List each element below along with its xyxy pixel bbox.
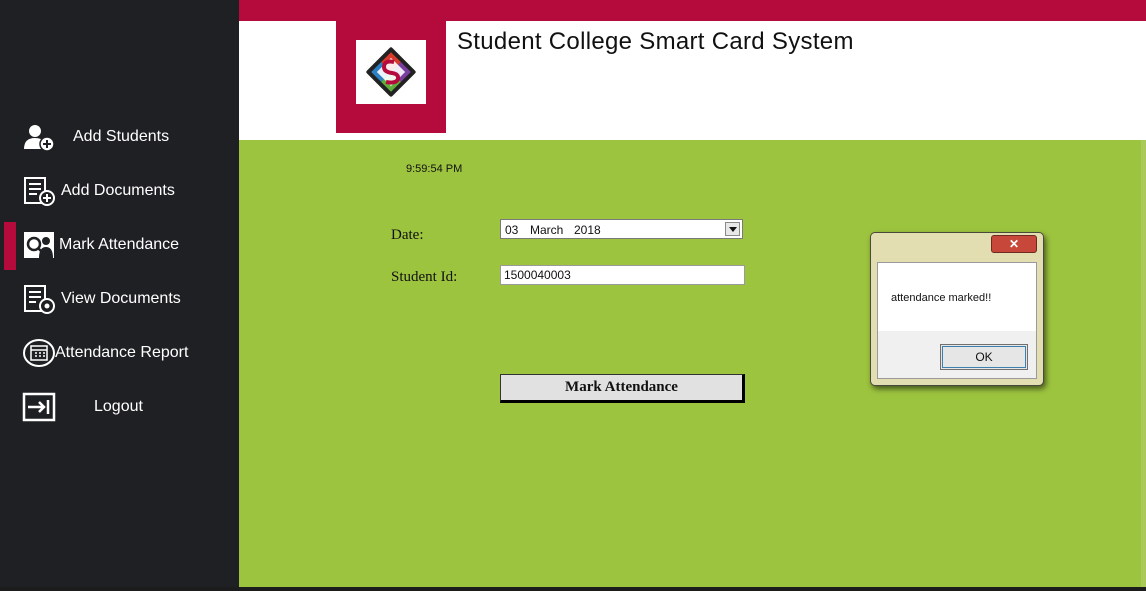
- message-dialog: ✕ attendance marked!! OK: [870, 232, 1044, 386]
- sidebar-item-label: Mark Attendance: [59, 236, 180, 253]
- sidebar-item-label: View Documents: [61, 290, 181, 307]
- attendance-icon: [24, 232, 54, 258]
- sidebar-item-mark-attendance[interactable]: Mark Attendance: [0, 222, 239, 270]
- sidebar-item-label: Attendance Report: [55, 344, 189, 361]
- view-document-icon: [24, 285, 55, 314]
- active-indicator: [4, 222, 16, 270]
- sidebar: Add Students Add Documents Mark Attendan…: [0, 0, 239, 587]
- date-picker[interactable]: 03 March 2018: [500, 219, 743, 239]
- add-user-icon: [24, 125, 55, 152]
- calendar-icon: [23, 339, 55, 367]
- clock-label: 9:59:54 PM: [406, 163, 463, 175]
- sidebar-item-add-students[interactable]: Add Students: [0, 116, 239, 158]
- logout-icon: [22, 392, 56, 422]
- student-id-input[interactable]: [500, 265, 745, 285]
- dialog-close-button[interactable]: ✕: [991, 235, 1037, 253]
- dialog-message: attendance marked!!: [891, 292, 992, 304]
- sidebar-item-label: Add Students: [73, 128, 170, 145]
- date-month[interactable]: March: [530, 223, 563, 237]
- close-icon: ✕: [1008, 237, 1020, 251]
- dialog-message-area: attendance marked!!: [878, 263, 1036, 331]
- mark-attendance-button[interactable]: Mark Attendance: [500, 374, 745, 403]
- dialog-body: attendance marked!! OK: [877, 262, 1037, 379]
- ok-button[interactable]: OK: [940, 344, 1028, 370]
- student-id-label: Student Id:: [391, 269, 458, 285]
- sidebar-item-attendance-report[interactable]: Attendance Report: [0, 332, 239, 374]
- header-accent-bar: [239, 0, 1146, 21]
- sidebar-item-view-documents[interactable]: View Documents: [0, 278, 239, 320]
- app-logo-icon: [366, 47, 416, 97]
- sidebar-item-label: Add Documents: [61, 182, 175, 199]
- date-year[interactable]: 2018: [574, 223, 601, 237]
- sidebar-item-add-documents[interactable]: Add Documents: [0, 170, 239, 212]
- bottom-border: [0, 587, 1146, 591]
- sidebar-item-logout[interactable]: Logout: [0, 386, 239, 428]
- date-dropdown-button[interactable]: [725, 222, 740, 236]
- add-document-icon: [24, 177, 55, 206]
- date-label: Date:: [391, 227, 424, 243]
- date-day[interactable]: 03: [505, 223, 518, 237]
- chevron-down-icon: [729, 227, 737, 232]
- app-logo: [356, 40, 426, 104]
- sidebar-item-label: Logout: [94, 398, 143, 415]
- page-title: Student College Smart Card System: [457, 28, 854, 55]
- window-edge: [1141, 140, 1146, 587]
